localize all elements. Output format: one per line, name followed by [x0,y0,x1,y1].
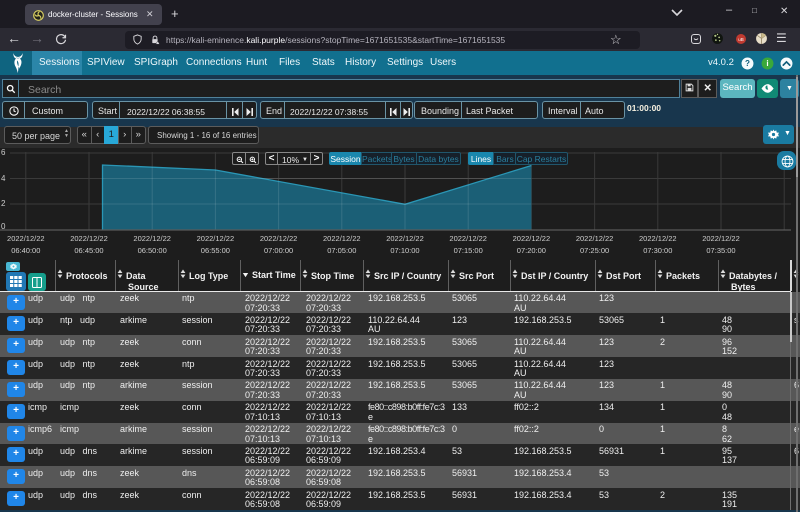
svg-text:uB: uB [738,37,744,42]
svg-text:i: i [766,59,768,68]
svg-text:?: ? [745,59,750,68]
